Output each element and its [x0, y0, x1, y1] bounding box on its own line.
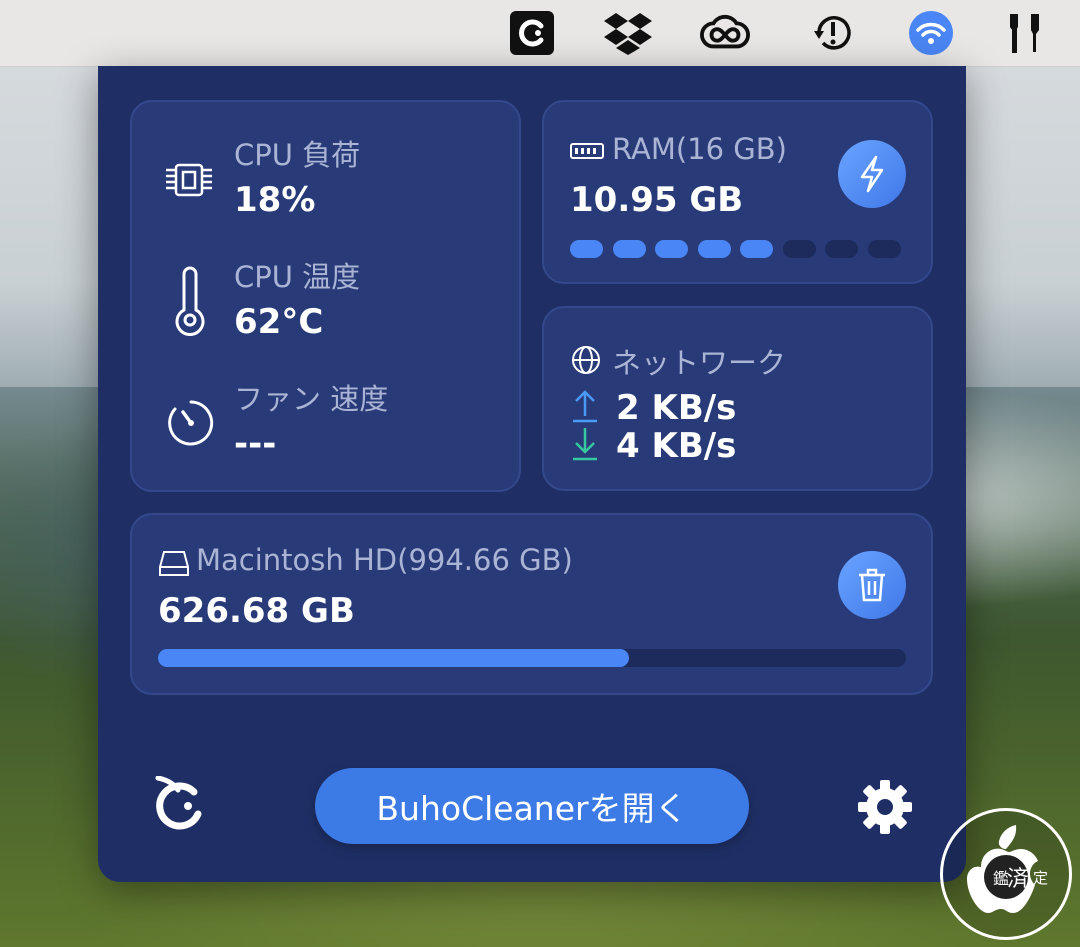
- disk-label: Macintosh HD(994.66 GB): [196, 543, 573, 577]
- buhocleaner-popover: CPU 負荷 18% CPU 温度 62°C ファン 速度 --- RAM(16…: [98, 66, 966, 882]
- download-speed: 4 KB/s: [616, 426, 737, 466]
- cpu-load-value: 18%: [234, 180, 316, 220]
- buhocleaner-icon[interactable]: [507, 8, 557, 58]
- globe-icon: [570, 344, 602, 380]
- cpu-temp-label: CPU 温度: [234, 260, 361, 294]
- creative-cloud-icon[interactable]: [700, 8, 750, 58]
- tools-icon[interactable]: [1000, 8, 1050, 58]
- time-machine-icon[interactable]: [808, 8, 858, 58]
- dropbox-icon[interactable]: [603, 8, 653, 58]
- disk-card: Macintosh HD(994.66 GB) 626.68 GB: [130, 513, 933, 695]
- upload-speed: 2 KB/s: [616, 388, 737, 428]
- free-up-ram-button[interactable]: [838, 140, 906, 208]
- ram-segment: [612, 240, 646, 258]
- cpu-temp-value: 62°C: [234, 302, 324, 342]
- disk-usage-track: [158, 649, 906, 667]
- open-buhocleaner-button[interactable]: BuhoCleanerを開く: [315, 768, 749, 844]
- disk-used-value: 626.68 GB: [158, 591, 355, 631]
- ram-segment: [740, 240, 773, 258]
- fan-speed-value: ---: [234, 424, 277, 464]
- ram-segment: [697, 240, 731, 258]
- wifi-icon[interactable]: [906, 8, 956, 58]
- network-card: ネットワーク 2 KB/s 4 KB/s: [542, 306, 933, 491]
- ram-label: RAM(16 GB): [612, 132, 787, 166]
- lightning-icon: [860, 155, 884, 193]
- ram-segment: [825, 240, 858, 258]
- download-arrow-icon: [570, 426, 600, 466]
- trash-icon: [859, 568, 885, 602]
- clean-disk-button[interactable]: [838, 551, 906, 619]
- watermark-char-3: 定: [1033, 869, 1049, 887]
- fan-speed-label: ファン 速度: [234, 382, 389, 416]
- fan-gauge-icon: [166, 398, 216, 452]
- buho-logo-icon: [152, 775, 206, 840]
- cpu-card: CPU 負荷 18% CPU 温度 62°C ファン 速度 ---: [130, 100, 521, 492]
- watermark-seal: 鑑 済 定: [940, 808, 1072, 940]
- settings-gear-icon[interactable]: [856, 778, 914, 840]
- ram-segment: [867, 240, 901, 258]
- watermark-char-2: 済: [1007, 867, 1030, 892]
- disk-usage-fill: [158, 649, 630, 667]
- thermometer-icon: [172, 266, 208, 340]
- ram-segment: [570, 240, 603, 258]
- cpu-chip-icon: [164, 158, 214, 206]
- hard-drive-icon: [158, 549, 190, 583]
- menu-bar: [0, 0, 1080, 67]
- upload-arrow-icon: [570, 388, 600, 428]
- memory-icon: [570, 142, 604, 166]
- ram-segment: [782, 240, 816, 258]
- ram-segment: [655, 240, 688, 258]
- ram-card: RAM(16 GB) 10.95 GB: [542, 100, 933, 284]
- ram-value: 10.95 GB: [570, 180, 744, 220]
- network-label: ネットワーク: [612, 346, 787, 380]
- cpu-load-label: CPU 負荷: [234, 138, 361, 172]
